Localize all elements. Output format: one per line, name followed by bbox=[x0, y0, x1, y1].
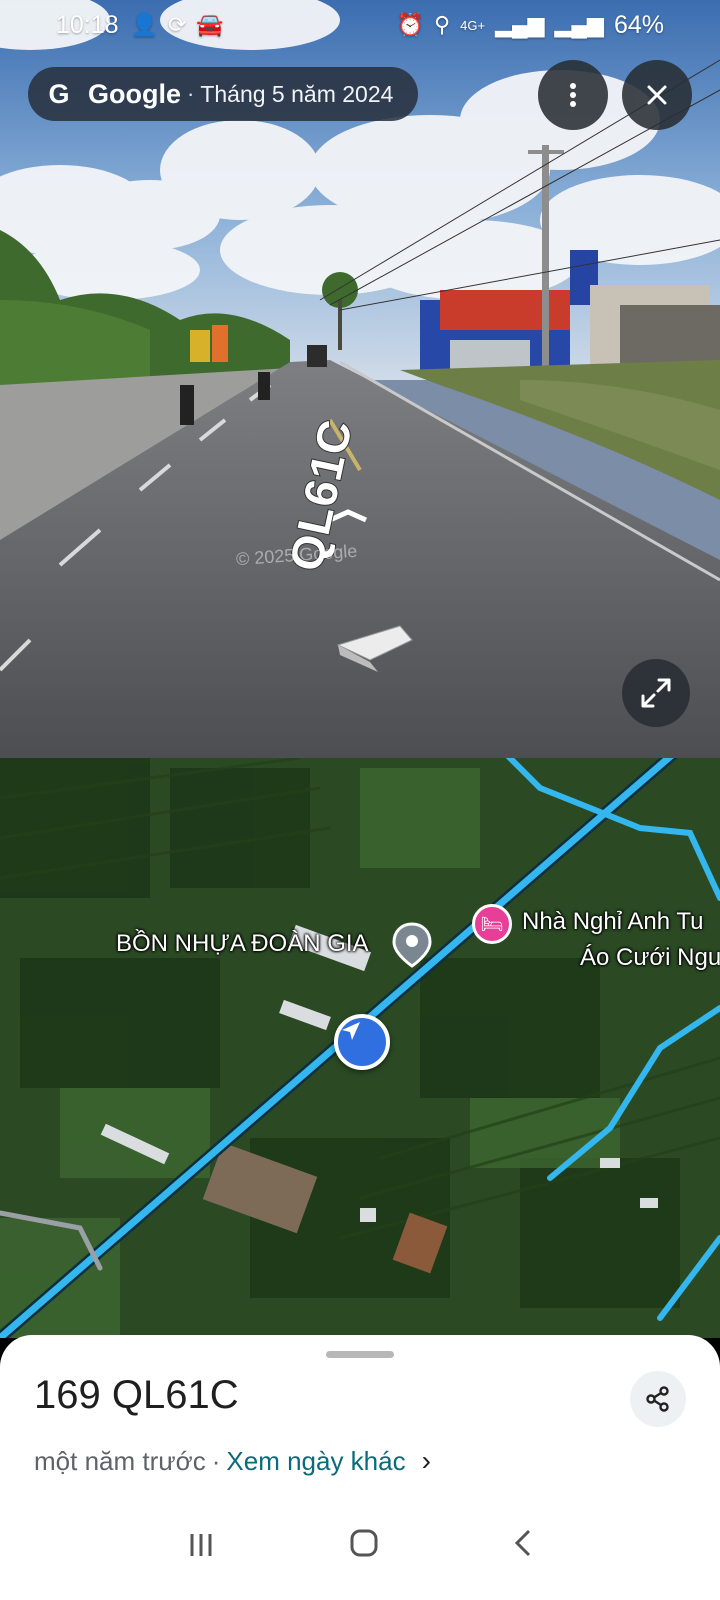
poi-label[interactable]: Nhà Nghỉ Anh Tu bbox=[522, 908, 703, 936]
expand-icon bbox=[641, 678, 671, 708]
signal-icon: ▂▄▆ bbox=[554, 12, 604, 37]
close-button[interactable] bbox=[622, 60, 692, 130]
location-icon: ⚲ bbox=[434, 12, 451, 37]
home-icon[interactable] bbox=[349, 1528, 379, 1567]
see-other-dates-link[interactable]: Xem ngày khác bbox=[226, 1446, 405, 1477]
alarm-icon: ⏰ bbox=[396, 12, 425, 37]
capture-info: một năm trước · Xem ngày khác › bbox=[34, 1445, 431, 1477]
status-time: 10:18 bbox=[56, 10, 119, 39]
street-view-panorama[interactable]: 10:18 👤 ⟳ 🚘 ⏰ ⚲ 4G+ ▂▄▆ ▂▄▆ 64% G Google… bbox=[0, 0, 720, 758]
separator: · bbox=[187, 81, 195, 106]
person-add-icon: 👤 bbox=[130, 12, 158, 37]
imagery-source-pill[interactable]: G Google · Tháng 5 năm 2024 bbox=[28, 67, 418, 121]
google-g-icon: G bbox=[48, 78, 70, 109]
sync-icon: ⟳ bbox=[167, 12, 187, 37]
more-vert-icon bbox=[570, 83, 576, 107]
share-icon bbox=[646, 1386, 669, 1412]
recent-apps-icon[interactable] bbox=[187, 1528, 215, 1567]
chevron-right-icon[interactable]: › bbox=[422, 1445, 431, 1477]
hotel-pin-icon[interactable]: 🛏 bbox=[472, 904, 512, 944]
status-bar: 10:18 👤 ⟳ 🚘 ⏰ ⚲ 4G+ ▂▄▆ ▂▄▆ 64% bbox=[0, 0, 720, 50]
navigation-arrow-icon bbox=[342, 1022, 360, 1040]
signal-icon: ▂▄▆ bbox=[495, 12, 545, 37]
drag-handle[interactable] bbox=[326, 1351, 394, 1358]
separator: · bbox=[211, 1445, 221, 1476]
current-position-marker bbox=[334, 1014, 390, 1070]
close-icon bbox=[647, 85, 667, 105]
poi-pin-icon[interactable] bbox=[392, 922, 432, 968]
share-button[interactable] bbox=[630, 1371, 686, 1427]
more-options-button[interactable] bbox=[538, 60, 608, 130]
satellite-map[interactable]: BỒN NHỰA ĐOÀN GIA 🛏 Nhà Nghỉ Anh Tu Áo C… bbox=[0, 758, 720, 1338]
network-type: 4G+ bbox=[460, 17, 486, 33]
brand-name: Google bbox=[88, 78, 181, 109]
poi-label[interactable]: BỒN NHỰA ĐOÀN GIA bbox=[116, 930, 369, 958]
poi-label[interactable]: Áo Cưới Ngu bbox=[580, 944, 720, 972]
car-icon: 🚘 bbox=[196, 12, 224, 37]
system-navigation-bar bbox=[0, 1495, 720, 1600]
back-icon[interactable] bbox=[513, 1528, 533, 1567]
place-title: 169 QL61C bbox=[34, 1373, 239, 1417]
battery-level: 64% bbox=[613, 10, 664, 39]
expand-fullscreen-button[interactable] bbox=[622, 659, 690, 727]
capture-date: Tháng 5 năm 2024 bbox=[200, 80, 394, 107]
capture-age: một năm trước bbox=[34, 1445, 206, 1476]
